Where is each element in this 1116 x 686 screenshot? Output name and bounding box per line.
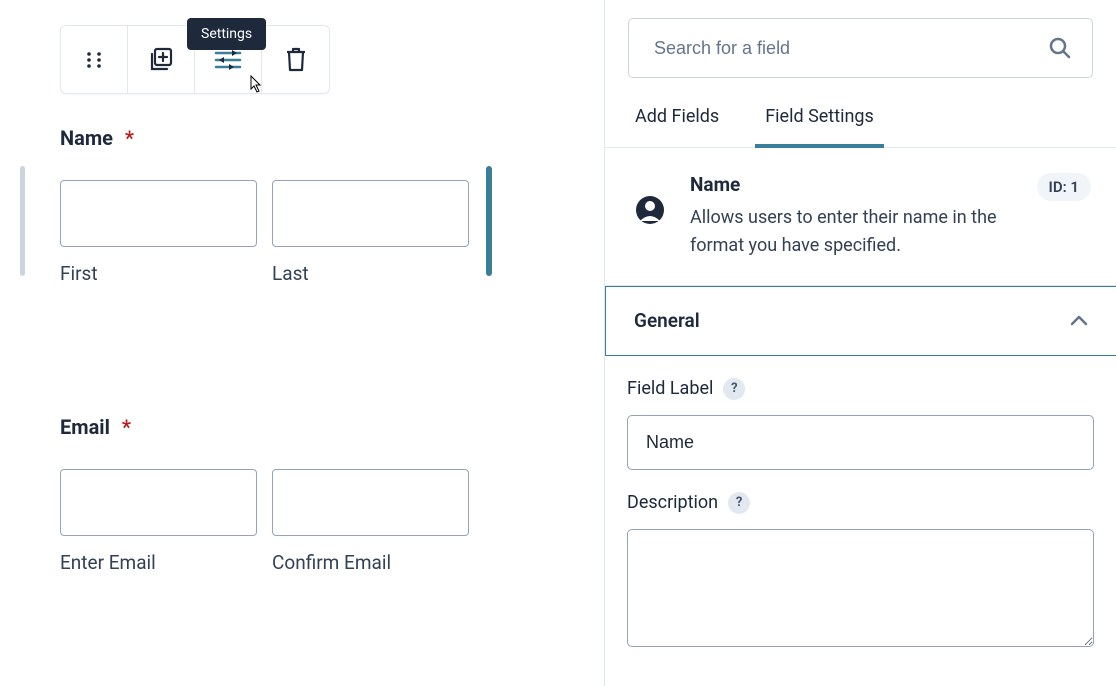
duplicate-button[interactable] xyxy=(128,26,195,93)
confirm-email-sublabel: Confirm Email xyxy=(272,551,469,574)
settings-tooltip: Settings xyxy=(187,18,266,50)
field-label-label: Field Label xyxy=(627,378,713,399)
required-marker: * xyxy=(122,415,131,439)
tab-add-fields[interactable]: Add Fields xyxy=(635,106,719,147)
email-field-block[interactable]: Email * Enter Email Confirm Email xyxy=(20,415,544,574)
search-input[interactable] xyxy=(654,38,1048,59)
description-input[interactable] xyxy=(627,529,1094,647)
chevron-up-icon xyxy=(1070,315,1088,327)
field-toolbar-wrap: Settings xyxy=(20,25,544,94)
description-label: Description xyxy=(627,492,718,513)
trash-icon xyxy=(285,47,307,73)
first-name-input[interactable] xyxy=(60,180,257,247)
field-label-help[interactable]: ? xyxy=(723,378,745,400)
name-field-block[interactable]: Name * First Last xyxy=(20,126,544,285)
first-name-sublabel: First xyxy=(60,262,257,285)
required-marker: * xyxy=(125,126,134,150)
field-info-description: Allows users to enter their name in the … xyxy=(690,204,1037,260)
enter-email-sublabel: Enter Email xyxy=(60,551,257,574)
user-icon xyxy=(635,195,665,225)
last-name-sublabel: Last xyxy=(272,262,469,285)
field-info-header: Name Allows users to enter their name in… xyxy=(605,148,1116,286)
delete-button[interactable] xyxy=(262,26,329,93)
tab-field-settings[interactable]: Field Settings xyxy=(765,106,874,147)
form-canvas: Settings xyxy=(0,0,604,686)
drag-handle-button[interactable] xyxy=(61,26,128,93)
confirm-email-input[interactable] xyxy=(272,469,469,536)
field-info-title: Name xyxy=(690,173,1037,196)
field-label-input[interactable] xyxy=(627,415,1094,470)
last-name-input[interactable] xyxy=(272,180,469,247)
settings-panel: Add Fields Field Settings Name Allows us… xyxy=(604,0,1116,686)
field-search-box[interactable] xyxy=(628,18,1093,78)
field-id-badge: ID: 1 xyxy=(1037,173,1091,201)
email-field-label: Email xyxy=(60,415,110,439)
description-help[interactable]: ? xyxy=(728,492,750,514)
drag-icon xyxy=(85,51,103,69)
sliders-icon xyxy=(214,49,242,71)
enter-email-input[interactable] xyxy=(60,469,257,536)
name-field-label: Name xyxy=(60,126,113,150)
general-accordion-header[interactable]: General xyxy=(605,286,1116,356)
duplicate-icon xyxy=(148,47,174,73)
general-accordion-title: General xyxy=(634,309,700,332)
panel-tabs: Add Fields Field Settings xyxy=(605,78,1116,148)
general-accordion-body: Field Label ? Description ? xyxy=(605,356,1116,673)
search-icon xyxy=(1048,36,1072,60)
